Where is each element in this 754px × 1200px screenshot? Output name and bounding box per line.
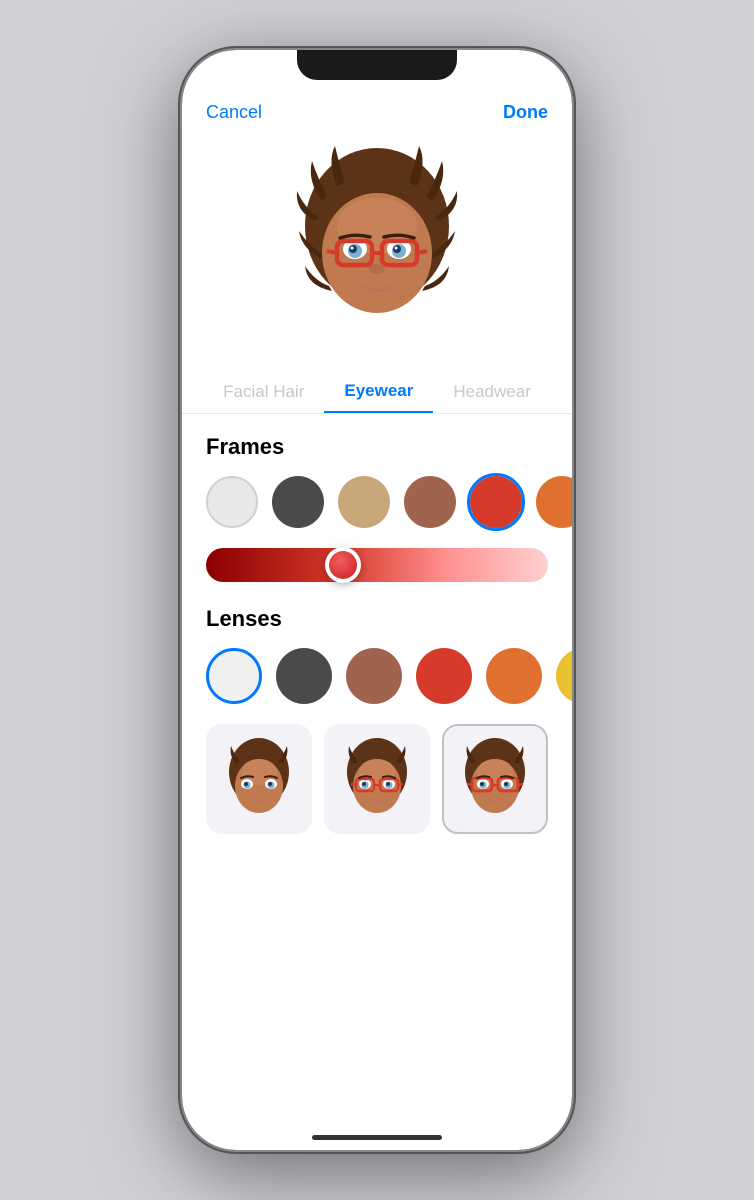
avatar-main <box>277 141 477 341</box>
frame-color-red[interactable] <box>470 476 522 528</box>
frames-slider-track[interactable] <box>206 548 548 582</box>
style-thumb-red-glasses-2[interactable] <box>442 724 548 834</box>
frames-slider-thumb[interactable] <box>325 547 361 583</box>
style-thumb-red-glasses-1[interactable] <box>324 724 430 834</box>
cancel-button[interactable]: Cancel <box>206 102 262 123</box>
frame-color-tan[interactable] <box>338 476 390 528</box>
tab-eyewear[interactable]: Eyewear <box>324 371 433 413</box>
style-thumbnails-row <box>206 724 548 834</box>
style-thumb-no-glasses[interactable] <box>206 724 312 834</box>
lenses-label: Lenses <box>206 606 548 632</box>
done-button[interactable]: Done <box>503 102 548 123</box>
phone-frame: Cancel Done <box>182 50 572 1150</box>
frames-slider-container <box>206 548 548 582</box>
frames-section: Frames <box>206 434 548 582</box>
phone-wrapper: Cancel Done <box>0 0 754 1200</box>
nav-bar: Cancel Done <box>182 94 572 131</box>
lens-color-red[interactable] <box>416 648 472 704</box>
tab-headwear[interactable]: Headwear <box>433 372 551 412</box>
home-indicator <box>312 1135 442 1140</box>
lens-color-orange[interactable] <box>486 648 542 704</box>
frame-color-orange[interactable] <box>536 476 572 528</box>
lens-color-brown[interactable] <box>346 648 402 704</box>
content-area: Frames <box>182 414 572 1150</box>
frame-color-brown[interactable] <box>404 476 456 528</box>
notch <box>297 50 457 80</box>
lens-color-yellow[interactable] <box>556 648 572 704</box>
lenses-color-row <box>206 648 548 704</box>
frame-color-dark-gray[interactable] <box>272 476 324 528</box>
tab-facial-hair[interactable]: Facial Hair <box>203 372 324 412</box>
frames-color-row <box>206 476 548 528</box>
frames-label: Frames <box>206 434 548 460</box>
frame-color-white[interactable] <box>206 476 258 528</box>
slider-thumb-inner <box>329 551 357 579</box>
lens-color-dark-gray[interactable] <box>276 648 332 704</box>
lenses-section: Lenses <box>206 606 548 704</box>
tab-bar: Facial Hair Eyewear Headwear <box>182 371 572 414</box>
phone-screen: Cancel Done <box>182 50 572 1150</box>
lens-color-clear[interactable] <box>206 648 262 704</box>
avatar-area <box>182 131 572 371</box>
